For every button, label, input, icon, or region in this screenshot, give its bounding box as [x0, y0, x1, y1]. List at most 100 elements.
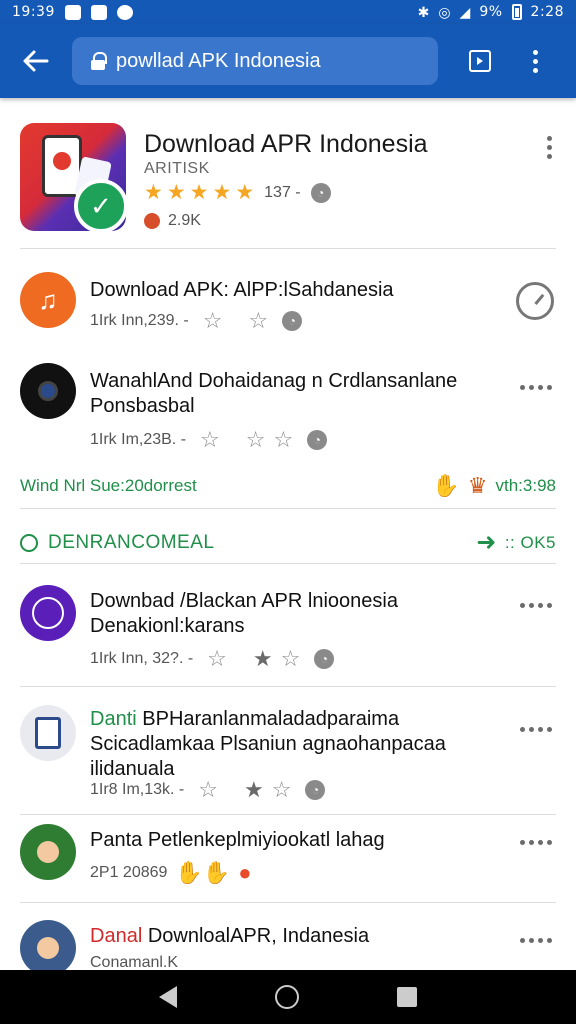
- tab-switcher-button[interactable]: [450, 24, 510, 98]
- list-item[interactable]: Downbad /Blackan APR lnioonesia Denakion…: [0, 573, 576, 683]
- star-icon: ★: [212, 181, 232, 204]
- clock-badge-icon: ◔: [314, 649, 335, 669]
- overflow-menu-button[interactable]: [510, 24, 560, 98]
- list-item[interactable]: Danal DownloalAPR, Indanesia Conamanl.K: [0, 910, 576, 970]
- rating-count: 137 -: [264, 183, 301, 201]
- mail-icon: [64, 4, 81, 20]
- list-item[interactable]: Panta Petlenkeplmiyiookatl lahag 2P1 208…: [0, 820, 576, 900]
- hand-emoji-icon: ✋: [432, 473, 460, 498]
- item-meta: 1Irk Im,23B. - ☆ ☆ ☆ ◔: [90, 427, 328, 452]
- star-outline-icon: ☆: [198, 777, 218, 802]
- url-bar[interactable]: powllad APK Indonesia: [72, 37, 438, 85]
- star-outline-icon: ☆: [273, 427, 294, 452]
- star-outline-icon: ☆: [245, 427, 266, 452]
- promo-line[interactable]: Wind Nrl Sue:20dorrest ✋ ♛ vth:3:98: [20, 473, 556, 499]
- dot: [538, 603, 543, 608]
- item-title: Downbad /Blackan APR lnioonesia Denakion…: [90, 590, 398, 637]
- camera-lens-icon: [20, 363, 76, 419]
- dot: [547, 136, 552, 141]
- status-bar: 19:39 ✱ ◎ ◢ 9% 2:28: [0, 0, 576, 24]
- star-outline-icon: ☆: [271, 777, 292, 802]
- section-header[interactable]: DENRANCOMEAL ➜ :: OK5: [20, 528, 556, 557]
- clock-badge-icon: ◔: [310, 182, 331, 203]
- item-more-button[interactable]: [520, 385, 552, 390]
- star-outline-icon: ☆: [200, 427, 220, 452]
- app-badge-icon: ✓: [74, 179, 126, 231]
- divider: [20, 508, 556, 509]
- download-count-icon: [144, 213, 160, 229]
- person-photo-icon: [20, 920, 76, 970]
- item-meta: 2P1 20869 ✋✋ ●: [90, 860, 252, 886]
- clapping-emoji-icon: ✋✋: [175, 860, 231, 885]
- item-title: Download APK: AlPP:lSahdanesia: [90, 279, 394, 301]
- item-more-button[interactable]: [520, 727, 552, 732]
- hero-subtitle: ARITISK: [144, 160, 210, 177]
- schedule-icon[interactable]: [516, 282, 554, 320]
- nav-back-icon[interactable]: [159, 986, 177, 1008]
- tab-icon: [469, 50, 491, 72]
- url-text: powllad APK Indonesia: [116, 49, 321, 72]
- dot: [547, 840, 552, 845]
- dot: [547, 145, 552, 150]
- status-time-left: 19:39: [12, 4, 55, 20]
- music-note-icon: ♫: [20, 272, 76, 328]
- battery-icon: [511, 4, 522, 20]
- dot: [538, 840, 543, 845]
- nav-recents-icon[interactable]: [397, 987, 417, 1007]
- document-icon: [20, 705, 76, 761]
- content-list: ✓ Download APR Indonesia ARITISK ★ ★ ★ ★…: [0, 98, 576, 970]
- nav-home-icon[interactable]: [275, 985, 299, 1009]
- list-item[interactable]: WanahlAnd Dohaidanag n Crdlansanlane Pon…: [0, 353, 576, 463]
- download-count: 2.9K: [168, 212, 201, 229]
- dot: [532, 58, 538, 64]
- item-meta: 1Irk Inn, 32?. - ☆ ★ ☆ ◔: [90, 646, 335, 671]
- item-more-button[interactable]: [520, 938, 552, 943]
- dot: [520, 840, 525, 845]
- hero-more-button[interactable]: [547, 136, 552, 159]
- screen: 19:39 ✱ ◎ ◢ 9% 2:28 powllad APK Indonesi…: [0, 0, 576, 1024]
- hero-rating: ★ ★ ★ ★ ★ 137 - ◔: [144, 182, 331, 203]
- star-icon: ★: [166, 181, 186, 204]
- promo-left-text: Wind Nrl Sue:20dorrest: [20, 476, 197, 495]
- divider: [20, 686, 556, 687]
- item-meta-text: 1Ir8 Im,13k. -: [90, 781, 185, 798]
- dot: [529, 727, 534, 732]
- notification-icon: [90, 4, 107, 20]
- item-title: Danti BPHaranlanmaladadparaima Scicadlam…: [90, 707, 490, 782]
- dot: [520, 727, 525, 732]
- share-arrow-icon: ➜: [476, 529, 497, 556]
- dot: [538, 727, 543, 732]
- app-bar: powllad APK Indonesia: [0, 24, 576, 98]
- dot: [538, 385, 543, 390]
- hero-title: Download APR Indonesia: [144, 130, 428, 158]
- dot: [547, 938, 552, 943]
- promo-right: ✋ ♛ vth:3:98: [432, 473, 556, 499]
- item-title: WanahlAnd Dohaidanag n Crdlansanlane Pon…: [90, 370, 458, 417]
- status-right: ✱ ◎ ◢ 9% 2:28: [418, 4, 564, 20]
- item-more-button[interactable]: [520, 840, 552, 845]
- divider: [20, 248, 556, 249]
- list-item[interactable]: ♫ Download APK: AlPP:lSahdanesia 1Irk In…: [0, 258, 576, 348]
- divider: [20, 902, 556, 903]
- item-title-rest: BPHaranlanmaladadparaima Scicadlamkaa Pl…: [90, 708, 446, 780]
- clock-badge-icon: ◔: [282, 311, 303, 331]
- star-icon: ★: [144, 181, 163, 204]
- item-meta-text: 1Irk Inn, 32?. -: [90, 650, 194, 667]
- location-icon: [116, 4, 133, 20]
- item-meta-text: 1Irk Im,23B. -: [90, 431, 187, 448]
- item-more-button[interactable]: [520, 603, 552, 608]
- dot: [529, 840, 534, 845]
- star-outline-icon: ☆: [207, 646, 227, 671]
- lock-icon: [90, 52, 107, 70]
- promo-right-text: vth:3:98: [495, 476, 557, 495]
- wifi-icon: ◢: [459, 4, 471, 20]
- hero-app-card[interactable]: ✓ Download APR Indonesia ARITISK ★ ★ ★ ★…: [0, 98, 576, 248]
- back-arrow-icon[interactable]: [0, 24, 72, 98]
- dot: [547, 603, 552, 608]
- heart-emoji-icon: ●: [238, 860, 252, 885]
- item-title-accent: Danti: [90, 708, 137, 730]
- list-item[interactable]: Danti BPHaranlanmaladadparaima Scicadlam…: [0, 693, 576, 813]
- chat-circle-icon: [20, 533, 38, 552]
- dot: [529, 938, 534, 943]
- star-outline-icon: ☆: [202, 308, 223, 333]
